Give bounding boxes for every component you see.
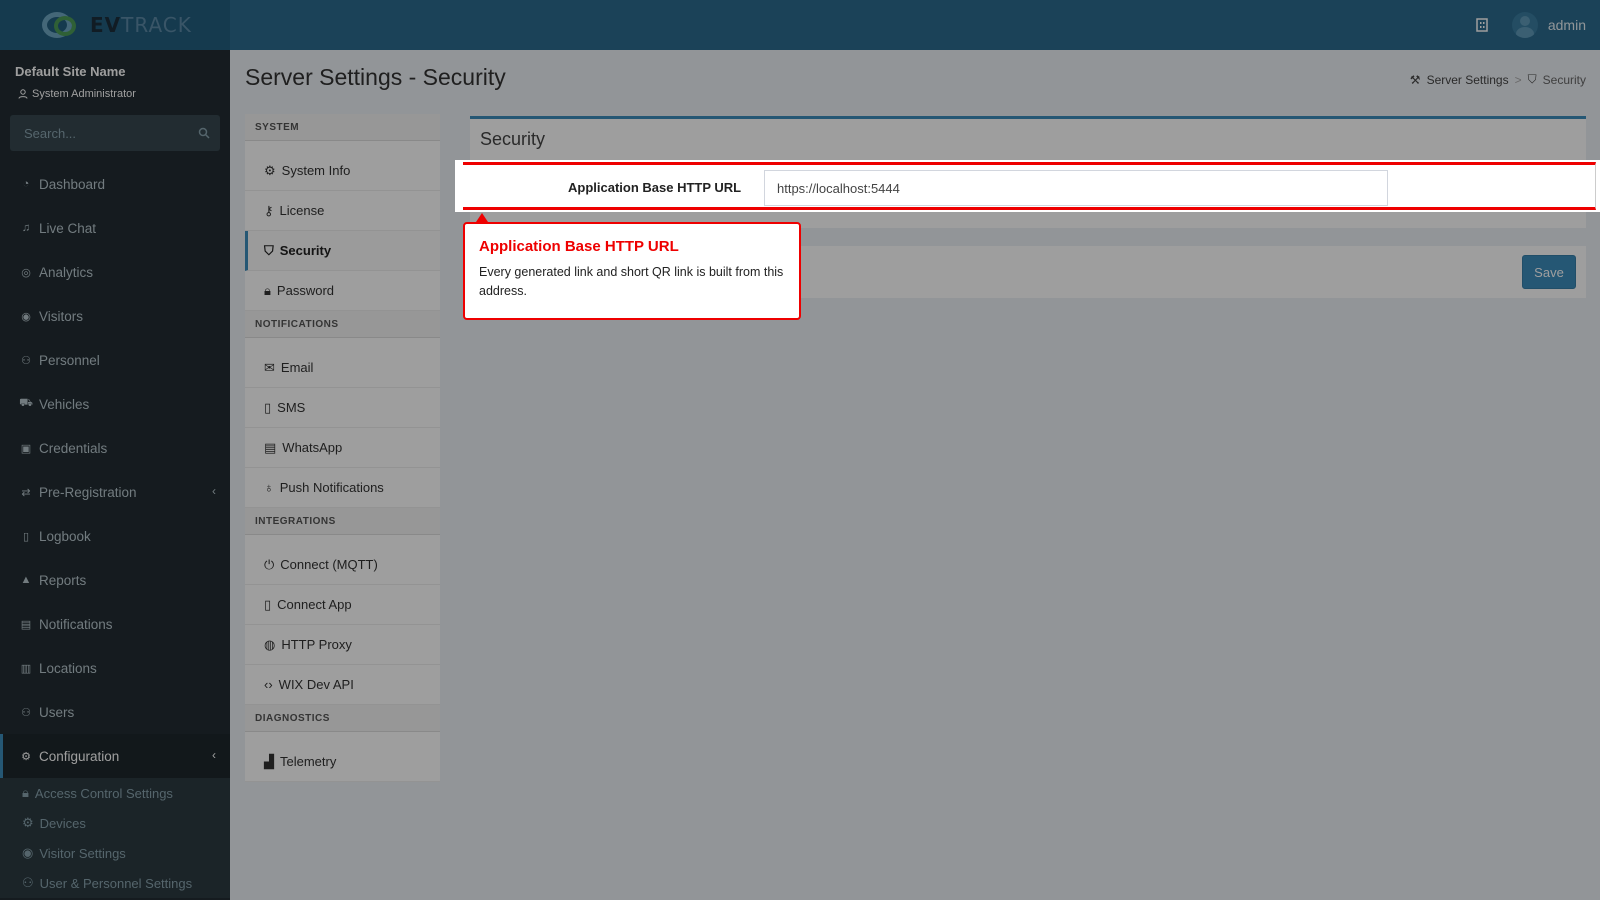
tooltip-title: Application Base HTTP URL <box>479 238 679 255</box>
application-base-url-label: Application Base HTTP URL <box>568 180 742 195</box>
tooltip-body: Every generated link and short QR link i… <box>479 265 784 298</box>
tour-tooltip: Application Base HTTP URL Every generate… <box>463 222 801 320</box>
application-base-url-input[interactable]: https://localhost:5444 <box>764 170 1388 206</box>
tooltip-caret <box>476 213 488 222</box>
tour-overlay <box>0 0 1600 900</box>
